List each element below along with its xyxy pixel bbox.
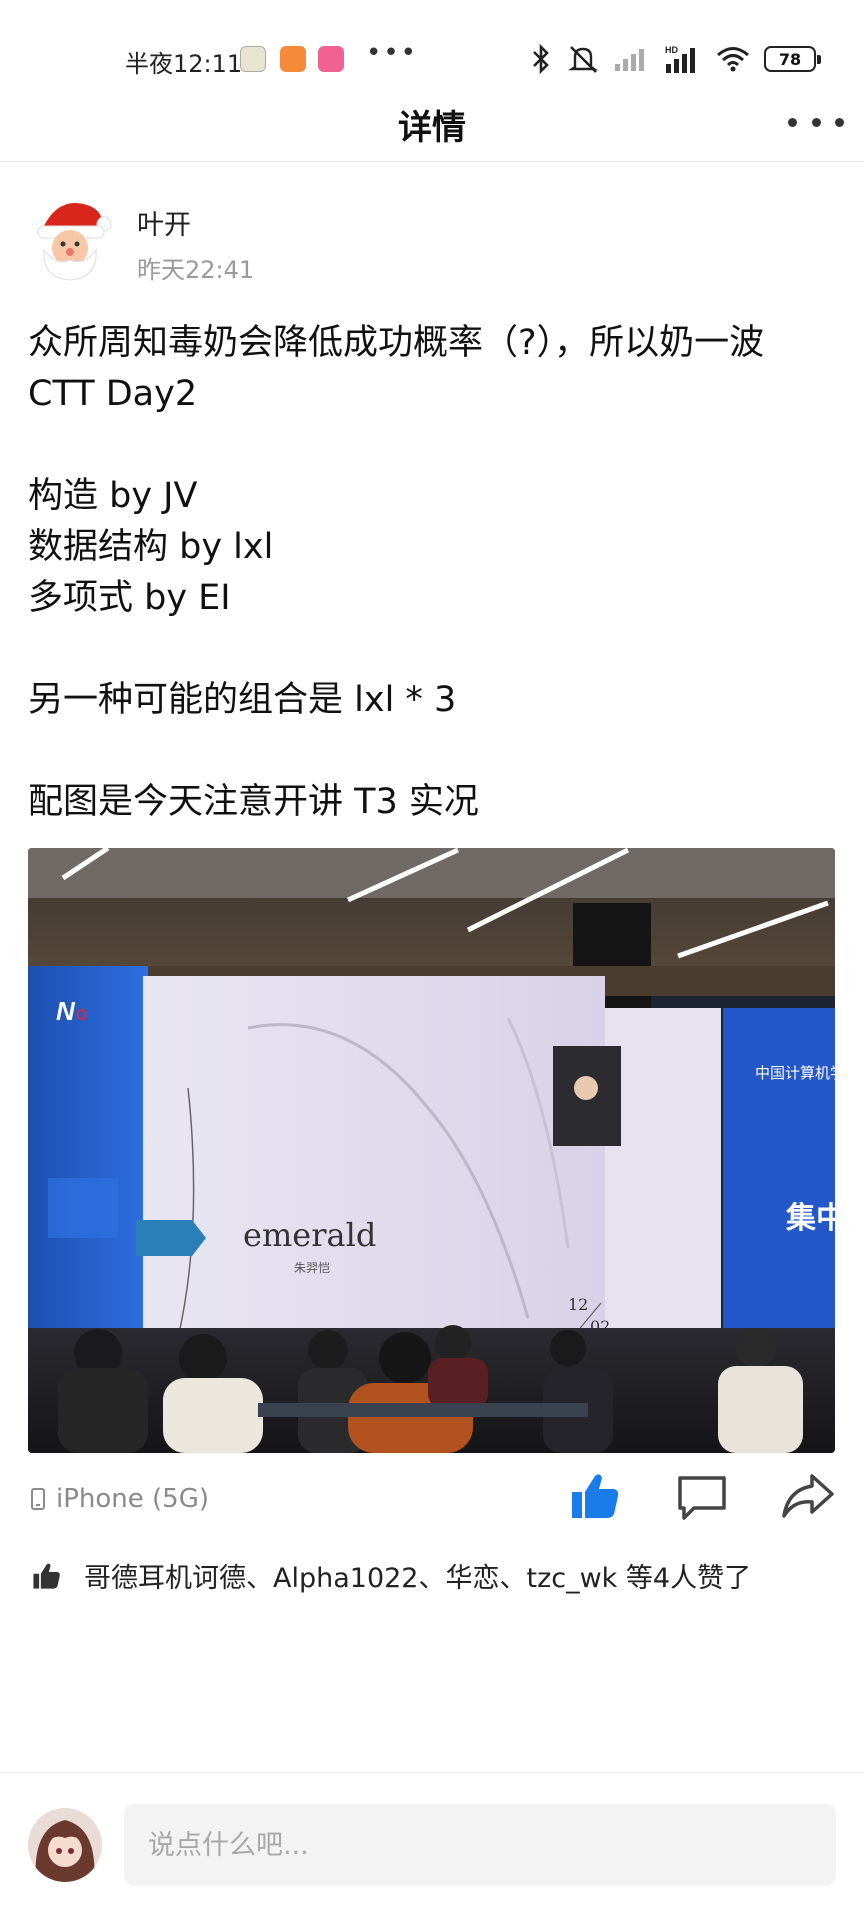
signal-hd-icon: HD [665, 45, 695, 73]
wifi-icon [717, 47, 749, 72]
phone-icon [31, 1488, 45, 1510]
comment-icon[interactable] [674, 1468, 730, 1524]
post-line [28, 420, 838, 471]
svg-text:N: N [56, 996, 76, 1026]
status-time: 半夜12:11 [125, 50, 243, 78]
more-horizontal-icon[interactable] [788, 102, 844, 142]
status-overflow-dots: ••• [366, 38, 419, 68]
author-name[interactable]: 叶开 [137, 203, 191, 242]
svg-text:中国计算机学会: 中国计算机学会 [755, 1064, 835, 1082]
signal-weak-icon [615, 49, 644, 71]
status-right-group: HD 78 [530, 42, 821, 76]
post-body: 众所周知毒奶会降低成功概率（?），所以奶一波 CTT Day2 构造 by JV… [28, 318, 838, 828]
slide-title: emerald [243, 1216, 376, 1254]
post-line: 数据结构 by lxl [28, 527, 274, 567]
mi-app-icon [280, 46, 306, 72]
bluetooth-icon [533, 44, 549, 74]
device-name: iPhone (5G) [56, 1484, 210, 1514]
post-line: 众所周知毒奶会降低成功概率（?），所以奶一波 [28, 323, 765, 363]
game-app-icon [240, 46, 266, 72]
battery-level: 78 [778, 49, 802, 69]
mute-icon [568, 46, 598, 73]
svg-text:集中: 集中 [785, 1201, 835, 1236]
post-line: 多项式 by EI [28, 578, 231, 618]
post-line: 构造 by JV [28, 476, 198, 516]
svg-text:o: o [76, 1003, 87, 1025]
likes-summary[interactable]: 哥德耳机诃德、Alpha1022、华恋、tzc_wk 等4人赞了 [30, 1556, 751, 1595]
device-label: iPhone (5G) [30, 1484, 209, 1514]
bilibili-app-icon [318, 46, 344, 72]
post-line: 另一种可能的组合是 lxl * 3 [28, 680, 457, 720]
user-avatar[interactable] [28, 1808, 102, 1882]
post-photo[interactable]: N o 中国计算机学会 集中 emerald 朱羿恺 12 02 [28, 848, 835, 1453]
likes-text: 哥德耳机诃德、Alpha1022、华恋、tzc_wk 等4人赞了 [84, 1563, 752, 1594]
svg-text:HD: HD [665, 45, 678, 55]
slide-date-top: 12 [568, 1295, 588, 1314]
like-icon[interactable] [566, 1468, 622, 1524]
page-title: 详情 [398, 108, 466, 148]
like-small-icon [33, 1563, 60, 1589]
battery-indicator: 78 [764, 46, 821, 72]
comment-input[interactable] [124, 1804, 836, 1886]
post-line [28, 624, 838, 675]
post-line [28, 726, 838, 777]
post-line: 配图是今天注意开讲 T3 实况 [28, 782, 479, 822]
post-time: 昨天22:41 [137, 256, 255, 284]
share-icon[interactable] [780, 1468, 836, 1524]
author-avatar[interactable] [28, 192, 112, 282]
slide-subtitle: 朱羿恺 [294, 1261, 330, 1275]
post-line: CTT Day2 [28, 374, 198, 414]
divider [0, 1772, 864, 1773]
top-nav-bar: 详情 [0, 92, 864, 162]
